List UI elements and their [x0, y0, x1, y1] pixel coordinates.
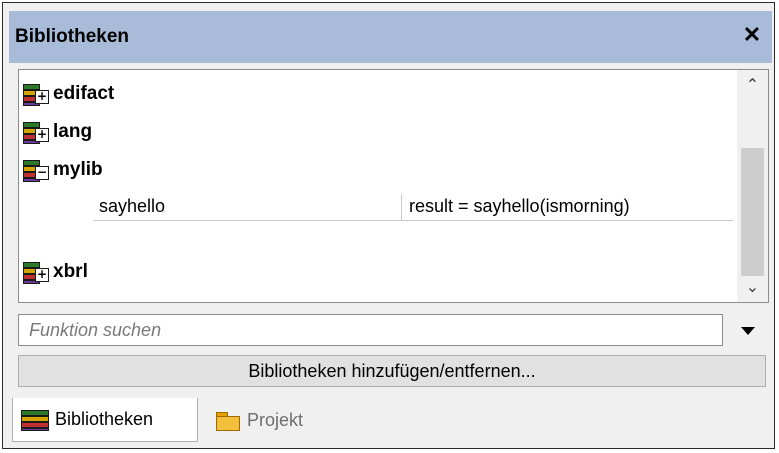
scroll-thumb[interactable]	[741, 148, 764, 276]
search-dropdown-icon[interactable]	[738, 321, 758, 339]
library-label: xbrl	[53, 261, 88, 282]
library-expand-icon[interactable]: +	[23, 120, 49, 144]
function-search-input[interactable]	[18, 314, 723, 346]
pane-title: Bibliotheken	[15, 26, 130, 47]
library-label: lang	[53, 121, 93, 142]
library-item-edifact[interactable]: + edifact	[23, 80, 114, 108]
library-label: edifact	[53, 83, 115, 104]
tab-projekt[interactable]: Projekt	[209, 398, 355, 442]
library-item-xbrl[interactable]: + xbrl	[23, 258, 88, 286]
function-signature: result = sayhello(ismorning)	[409, 196, 630, 216]
folder-icon	[215, 410, 241, 431]
library-item-lang[interactable]: + lang	[23, 118, 92, 146]
column-divider	[401, 194, 402, 220]
scroll-down-icon[interactable]: ⌄	[737, 272, 768, 302]
library-expand-icon[interactable]: +	[23, 260, 49, 284]
tab-label: Bibliotheken	[55, 409, 154, 429]
scroll-up-icon[interactable]: ⌃	[737, 70, 768, 100]
function-row-sayhello[interactable]: sayhello result = sayhello(ismorning)	[93, 194, 733, 221]
title-bar: Bibliotheken ✕	[9, 11, 772, 63]
library-tree: + edifact + lang − mylib sayhello result…	[18, 69, 769, 303]
libraries-pane: Bibliotheken ✕ + edifact + lang − mylib	[2, 2, 775, 449]
close-icon[interactable]: ✕	[740, 21, 764, 49]
library-collapse-icon[interactable]: −	[23, 158, 49, 182]
library-item-mylib[interactable]: − mylib	[23, 156, 103, 184]
add-remove-libraries-button[interactable]: Bibliotheken hinzufügen/entfernen...	[18, 355, 766, 387]
library-label: mylib	[53, 159, 103, 180]
tab-label: Projekt	[247, 409, 304, 430]
vertical-scrollbar[interactable]: ⌃ ⌄	[737, 70, 768, 302]
tab-bibliotheken[interactable]: Bibliotheken	[12, 398, 198, 442]
bottom-tab-bar: Bibliotheken Projekt	[3, 398, 774, 448]
library-expand-icon[interactable]: +	[23, 82, 49, 106]
function-name: sayhello	[99, 196, 166, 216]
books-icon	[21, 409, 49, 431]
